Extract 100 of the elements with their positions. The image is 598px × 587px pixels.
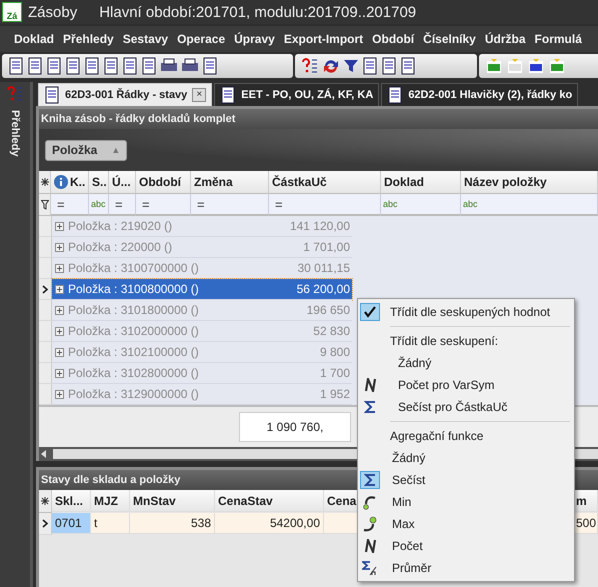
printer-icon[interactable] <box>181 58 199 74</box>
group-amount: 141 120,00 <box>290 219 350 233</box>
filter-cell[interactable]: abc <box>381 194 461 216</box>
expand-icon[interactable] <box>55 284 64 294</box>
group-chip[interactable]: Položka ▲ <box>45 140 128 160</box>
column-header[interactable]: S.. <box>89 171 109 194</box>
module-icon[interactable] <box>485 58 503 74</box>
menu-item[interactable]: Číselníky <box>423 32 476 46</box>
expand-icon[interactable] <box>55 348 64 356</box>
document-icon[interactable] <box>44 86 60 104</box>
expand-icon[interactable] <box>55 242 64 252</box>
document-icon[interactable] <box>122 57 138 75</box>
side-panel-label[interactable]: Přehledy <box>9 110 21 156</box>
document-icon[interactable] <box>400 57 416 75</box>
asterisk-icon <box>41 497 49 505</box>
column-label: K.. <box>70 175 86 189</box>
document-icon[interactable] <box>103 57 119 75</box>
menu-option[interactable]: Min <box>358 491 574 513</box>
menu-item[interactable]: Formulá <box>534 32 582 46</box>
column-header[interactable]: MnStav <box>130 490 215 512</box>
menu-option[interactable]: Počet pro VarSym <box>358 374 574 396</box>
document-icon[interactable] <box>65 57 81 75</box>
menu-item[interactable]: Export-Import <box>284 32 364 46</box>
filter-cell[interactable]: abc <box>461 194 598 216</box>
document-icon[interactable] <box>202 57 218 75</box>
tab[interactable]: 62D3-001 Řádky - stavy × <box>38 83 212 106</box>
column-header[interactable]: K.. <box>51 171 89 194</box>
table-cell: 0701 <box>52 513 91 534</box>
menu-option[interactable]: Žádný <box>358 447 574 469</box>
module-icon[interactable] <box>548 58 566 74</box>
group-label: Položka : 3102800000 () <box>68 366 199 380</box>
row-indicator[interactable] <box>39 279 52 300</box>
menu-option[interactable]: Sečíst pro ČástkaUč <box>358 396 574 418</box>
panel-title: Kniha zásob - řádky dokladů komplet <box>39 109 598 129</box>
document-icon[interactable] <box>141 57 157 75</box>
document-icon[interactable] <box>381 57 397 75</box>
tab[interactable]: EET - PO, OU, ZÁ, KF, KA <box>214 83 380 106</box>
group-label: Položka : 220000 () <box>68 240 172 254</box>
column-header[interactable]: ČástkaUč <box>269 171 381 194</box>
menu-option[interactable]: Žádný <box>358 352 574 374</box>
document-icon[interactable] <box>46 57 62 75</box>
document-icon[interactable] <box>84 57 100 75</box>
column-header[interactable]: Název položky <box>461 171 598 194</box>
expand-icon[interactable] <box>55 326 64 336</box>
filter-cell[interactable]: = <box>269 194 381 216</box>
menu-option[interactable]: Počet <box>358 535 574 557</box>
menu-item[interactable]: Operace <box>177 32 226 46</box>
module-icon[interactable] <box>527 58 545 74</box>
refresh-icon[interactable] <box>322 58 340 74</box>
expand-icon[interactable] <box>55 368 64 378</box>
column-header[interactable]: CenaStav <box>215 490 324 512</box>
group-amount: 1 952 <box>320 387 350 401</box>
filter-cell[interactable]: abc <box>89 194 109 216</box>
menu-item[interactable]: Přehledy <box>63 32 114 46</box>
filter-cell[interactable]: = <box>109 194 136 216</box>
menu-item[interactable]: Období <box>372 32 414 46</box>
column-header[interactable]: Změna <box>191 171 269 194</box>
menu-item[interactable]: Údržba <box>484 32 526 46</box>
menu-option[interactable]: Průměr <box>358 557 574 579</box>
current-row-icon <box>42 519 48 528</box>
new-document-icon[interactable] <box>8 57 24 75</box>
document-icon[interactable] <box>387 86 404 104</box>
column-header[interactable]: Ú... <box>109 171 136 194</box>
document-icon[interactable] <box>362 57 378 75</box>
column-header[interactable]: m <box>575 490 598 512</box>
printer-icon[interactable] <box>160 58 178 74</box>
document-icon[interactable] <box>27 57 43 75</box>
column-header[interactable]: Období <box>136 171 191 194</box>
menu-option[interactable]: Sečíst <box>358 469 574 491</box>
filter-cell[interactable]: = <box>136 194 191 216</box>
column-header[interactable]: Doklad <box>381 171 461 194</box>
checkbox[interactable] <box>360 303 380 321</box>
min-icon <box>363 494 377 510</box>
group-amount: 30 011,15 <box>298 261 350 275</box>
tab[interactable]: 62D2-001 Hlavičky (2), řádky ko <box>381 83 578 106</box>
filter-icon[interactable] <box>343 58 359 74</box>
max-icon <box>363 516 377 532</box>
column-header[interactable]: MJZ <box>91 490 130 512</box>
group-amount: 9 800 <box>320 345 350 359</box>
menu-item[interactable]: Sestavy <box>122 32 168 46</box>
expand-icon[interactable] <box>55 264 64 272</box>
expand-icon[interactable] <box>55 222 64 230</box>
column-header[interactable]: Skl... <box>52 490 91 512</box>
expand-icon[interactable] <box>55 390 64 398</box>
menu-heading: Agregační funkce <box>390 429 484 443</box>
group-label: Položka : 3101800000 () <box>68 303 199 317</box>
filter-cell[interactable]: = <box>191 194 269 216</box>
help-icon[interactable] <box>301 58 319 74</box>
close-button[interactable]: × <box>192 88 206 102</box>
document-icon[interactable] <box>220 86 236 104</box>
group-amount: 52 830 <box>313 324 350 338</box>
menu-option[interactable]: Třídit dle seskupených hodnot <box>358 301 574 323</box>
group-row[interactable]: Položka : 3100800000 () 56 200,00 <box>52 279 352 300</box>
expand-icon[interactable] <box>55 306 64 314</box>
menu-option[interactable]: Max <box>358 513 574 535</box>
row-indicator[interactable] <box>39 513 52 535</box>
menu-item[interactable]: Doklad <box>14 32 54 46</box>
menu-item[interactable]: Úpravy <box>234 32 275 46</box>
current-row-icon <box>42 284 48 294</box>
filter-cell[interactable]: = <box>51 194 89 216</box>
